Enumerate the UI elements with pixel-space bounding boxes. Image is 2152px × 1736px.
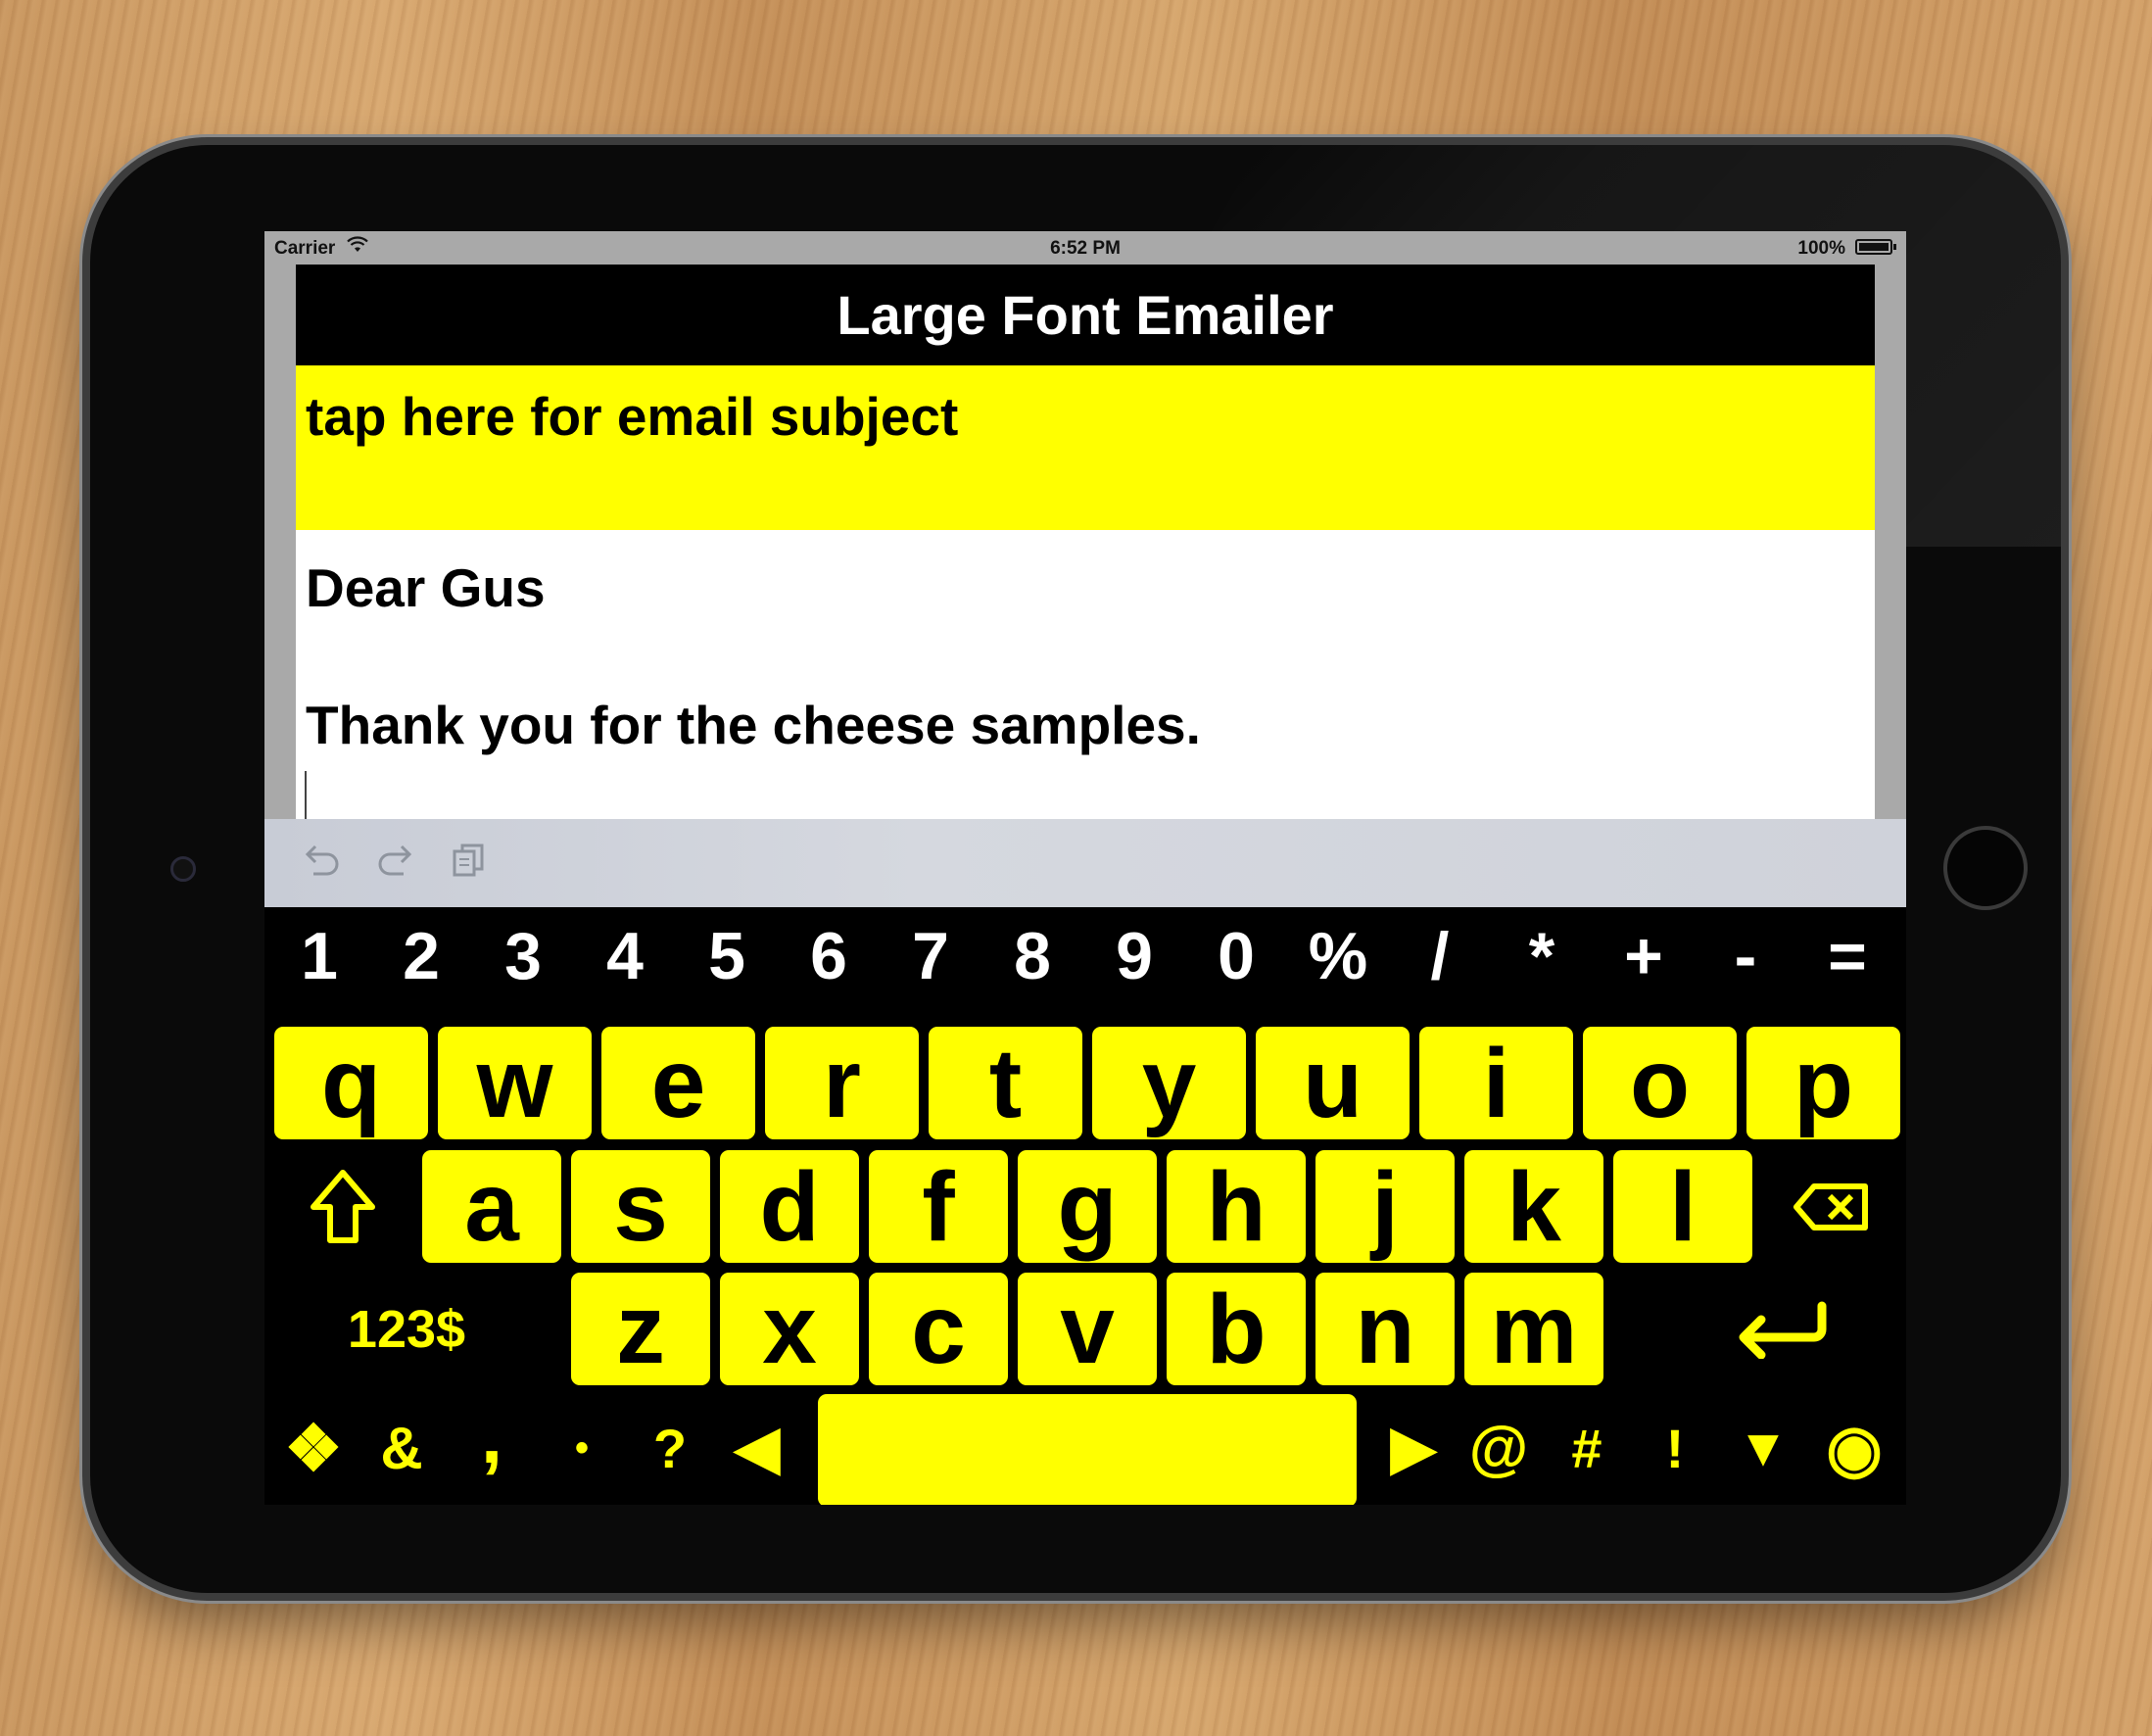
letter-key[interactable]: d bbox=[720, 1150, 859, 1263]
shortcuts-bar bbox=[264, 819, 1906, 907]
undo-icon[interactable] bbox=[300, 839, 343, 882]
number-key[interactable]: 3 bbox=[478, 917, 568, 995]
letter-key[interactable]: o bbox=[1583, 1027, 1737, 1139]
letter-key[interactable]: w bbox=[438, 1027, 592, 1139]
home-button[interactable] bbox=[1943, 826, 2028, 910]
letter-key[interactable]: h bbox=[1167, 1150, 1306, 1263]
redo-icon[interactable] bbox=[374, 839, 417, 882]
return-arrow-icon[interactable] bbox=[1704, 1273, 1861, 1385]
number-key[interactable]: 8 bbox=[987, 917, 1077, 995]
letter-key[interactable]: p bbox=[1746, 1027, 1900, 1139]
number-key[interactable]: 6 bbox=[784, 917, 874, 995]
letter-key[interactable]: z bbox=[571, 1273, 710, 1385]
equals-key[interactable]: = bbox=[1802, 917, 1892, 995]
letter-key[interactable]: x bbox=[720, 1273, 859, 1385]
letter-key[interactable]: c bbox=[869, 1273, 1008, 1385]
question-key[interactable]: ? bbox=[631, 1394, 709, 1502]
letter-key[interactable]: y bbox=[1092, 1027, 1246, 1139]
letter-key[interactable]: q bbox=[274, 1027, 428, 1139]
email-body-field[interactable]: Dear Gus Thank you for the cheese sample… bbox=[296, 530, 1875, 842]
at-key[interactable]: @ bbox=[1458, 1394, 1540, 1502]
ampersand-key[interactable]: & bbox=[362, 1394, 441, 1502]
number-key[interactable]: 2 bbox=[376, 917, 466, 995]
body-line bbox=[306, 622, 1865, 691]
camera-icon bbox=[170, 856, 196, 882]
letter-key[interactable]: l bbox=[1613, 1150, 1752, 1263]
number-key[interactable]: 4 bbox=[580, 917, 670, 995]
subject-field[interactable]: tap here for email subject bbox=[296, 365, 1875, 530]
numbers-mode-key[interactable]: 123$ bbox=[323, 1273, 490, 1385]
hide-keyboard-icon[interactable]: ▼ bbox=[1722, 1394, 1804, 1502]
body-line: Thank you for the cheese samples. bbox=[306, 695, 1201, 755]
percent-key[interactable]: % bbox=[1293, 917, 1383, 995]
body-line: Dear Gus bbox=[306, 557, 546, 618]
hash-key[interactable]: # bbox=[1546, 1394, 1628, 1502]
letter-key[interactable]: v bbox=[1018, 1273, 1157, 1385]
number-key[interactable]: 1 bbox=[274, 917, 364, 995]
app-screen: Carrier 6:52 PM 100% Large Font Emailer … bbox=[264, 231, 1906, 1505]
letter-key[interactable]: i bbox=[1419, 1027, 1573, 1139]
letter-key[interactable]: e bbox=[601, 1027, 755, 1139]
status-time: 6:52 PM bbox=[1050, 238, 1121, 259]
minus-key[interactable]: - bbox=[1700, 917, 1791, 995]
letter-key[interactable]: u bbox=[1256, 1027, 1410, 1139]
tablet-device: Carrier 6:52 PM 100% Large Font Emailer … bbox=[90, 145, 2061, 1593]
letter-key[interactable]: a bbox=[422, 1150, 561, 1263]
letter-key[interactable]: k bbox=[1464, 1150, 1603, 1263]
letter-key[interactable]: s bbox=[571, 1150, 710, 1263]
number-key[interactable]: 5 bbox=[682, 917, 772, 995]
battery-percent: 100% bbox=[1797, 238, 1845, 259]
cursor-pad-icon[interactable]: ❖ bbox=[274, 1394, 353, 1502]
cursor-left-icon[interactable]: ◀ bbox=[713, 1394, 801, 1502]
number-key[interactable]: 0 bbox=[1191, 917, 1281, 995]
letter-key[interactable]: n bbox=[1315, 1273, 1455, 1385]
letter-key[interactable]: t bbox=[929, 1027, 1082, 1139]
number-key[interactable]: 7 bbox=[885, 917, 976, 995]
space-bar[interactable] bbox=[818, 1394, 1357, 1505]
paste-icon[interactable] bbox=[447, 839, 490, 882]
exclamation-key[interactable]: ! bbox=[1634, 1394, 1716, 1502]
app-title: Large Font Emailer bbox=[296, 265, 1875, 365]
asterisk-key[interactable]: * bbox=[1497, 917, 1587, 995]
letter-key[interactable]: g bbox=[1018, 1150, 1157, 1263]
letter-key[interactable]: b bbox=[1167, 1273, 1306, 1385]
letter-key[interactable]: j bbox=[1315, 1150, 1455, 1263]
period-key[interactable]: • bbox=[543, 1394, 621, 1502]
number-key[interactable]: 9 bbox=[1089, 917, 1179, 995]
letter-key[interactable]: r bbox=[765, 1027, 919, 1139]
slash-key[interactable]: / bbox=[1395, 917, 1485, 995]
number-row: 1 2 3 4 5 6 7 8 9 0 % / * + - = bbox=[264, 917, 1906, 995]
comma-key[interactable]: , bbox=[453, 1382, 531, 1490]
backspace-icon[interactable] bbox=[1773, 1150, 1890, 1263]
status-bar: Carrier 6:52 PM 100% bbox=[264, 231, 1906, 265]
letter-key[interactable]: m bbox=[1464, 1273, 1603, 1385]
cursor-right-icon[interactable]: ▶ bbox=[1369, 1394, 1458, 1502]
shift-arrow-icon[interactable] bbox=[284, 1150, 402, 1263]
send-icon[interactable]: ◉ bbox=[1810, 1394, 1898, 1502]
plus-key[interactable]: + bbox=[1599, 917, 1689, 995]
battery-icon bbox=[1855, 239, 1896, 255]
letter-key[interactable]: f bbox=[869, 1150, 1008, 1263]
large-font-keyboard: 1 2 3 4 5 6 7 8 9 0 % / * + - = q w e r bbox=[264, 907, 1906, 1505]
